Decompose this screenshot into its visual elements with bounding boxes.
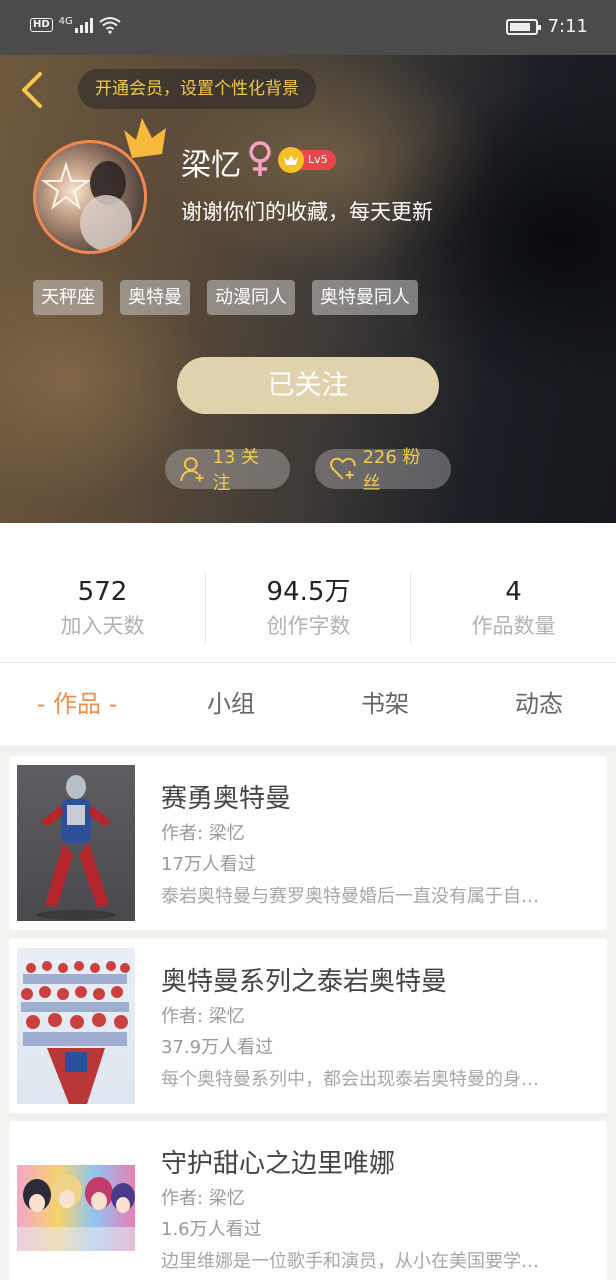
work-description: 边里维娜是一位歌手和演员，从小在美国要学…	[161, 1251, 539, 1272]
stat-work-count: 4 作品数量	[411, 573, 616, 641]
wifi-icon	[99, 17, 121, 34]
work-description: 每个奥特曼系列中，都会出现泰岩奥特曼的身…	[161, 1069, 539, 1090]
work-cover	[17, 765, 135, 921]
work-card[interactable]: 赛勇奥特曼 作者: 梁忆 17万人看过 泰岩奥特曼与赛罗奥特曼婚后一直没有属于自…	[9, 756, 607, 930]
clock: 7:11	[547, 16, 588, 37]
chevron-left-icon	[22, 72, 42, 108]
tab-works[interactable]: - 作品 -	[0, 663, 154, 745]
tag-item[interactable]: 天秤座	[33, 280, 103, 315]
stat-value: 4	[505, 577, 522, 607]
profile-tabs: - 作品 - 小组 书架 动态	[0, 663, 616, 745]
work-title: 奥特曼系列之泰岩奥特曼	[161, 967, 448, 997]
tab-groups[interactable]: 小组	[154, 663, 308, 745]
status-bar: HD 4G 7:11	[0, 0, 616, 55]
work-views: 17万人看过	[161, 854, 256, 875]
fans-button[interactable]: 226 粉丝	[315, 447, 451, 494]
work-author: 作者: 梁忆	[161, 823, 245, 844]
stat-label: 作品数量	[471, 614, 556, 638]
work-author: 作者: 梁忆	[161, 1188, 245, 1209]
work-title: 守护甜心之边里唯娜	[161, 1149, 396, 1179]
user-signature: 谢谢你们的收藏，每天更新	[181, 200, 433, 224]
tag-item[interactable]: 奥特曼同人	[312, 280, 418, 315]
battery-icon	[505, 18, 541, 35]
work-cover	[17, 1165, 135, 1251]
stat-join-days: 572 加入天数	[0, 573, 205, 641]
work-author: 作者: 梁忆	[161, 1006, 245, 1027]
user-add-icon	[180, 457, 204, 482]
back-button[interactable]	[14, 66, 54, 114]
work-views: 1.6万人看过	[161, 1219, 262, 1240]
network-type: 4G	[58, 15, 73, 27]
username: 梁忆	[181, 148, 241, 183]
work-views: 37.9万人看过	[161, 1037, 274, 1058]
hd-indicator: HD	[30, 18, 53, 32]
fans-count: 226 粉丝	[362, 447, 421, 494]
stat-value: 94.5万	[266, 577, 351, 607]
following-count: 13 关注	[212, 447, 260, 494]
heart-add-icon	[329, 457, 356, 480]
stat-word-count: 94.5万 创作字数	[206, 573, 411, 641]
vip-background-prompt[interactable]: 开通会员，设置个性化背景	[78, 69, 316, 109]
work-card[interactable]: 奥特曼系列之泰岩奥特曼 作者: 梁忆 37.9万人看过 每个奥特曼系列中，都会出…	[9, 939, 607, 1113]
stat-label: 加入天数	[60, 614, 145, 638]
level-badge: Lv5	[278, 147, 336, 173]
profile-stats: 572 加入天数 94.5万 创作字数 4 作品数量	[0, 523, 616, 663]
work-card[interactable]: 守护甜心之边里唯娜 作者: 梁忆 1.6万人看过 边里维娜是一位歌手和演员，从小…	[9, 1121, 607, 1280]
crown-icon	[124, 118, 166, 158]
profile-header: HD 4G 7:11 开通会员，设置个性化背景 梁忆 Lv5 谢谢你们的收藏，每…	[0, 0, 616, 523]
stat-value: 572	[77, 577, 128, 607]
level-crown-icon	[278, 147, 304, 173]
tag-item[interactable]: 奥特曼	[120, 280, 190, 315]
female-icon	[246, 140, 274, 178]
work-cover	[17, 948, 135, 1104]
follow-button[interactable]: 已关注	[177, 357, 439, 414]
tab-activity[interactable]: 动态	[462, 663, 616, 745]
signal-icon	[74, 17, 93, 33]
work-title: 赛勇奥特曼	[161, 784, 292, 814]
work-description: 泰岩奥特曼与赛罗奥特曼婚后一直没有属于自…	[161, 886, 539, 907]
tab-bookshelf[interactable]: 书架	[308, 663, 462, 745]
tag-list: 天秤座 奥特曼 动漫同人 奥特曼同人	[33, 280, 418, 315]
stat-label: 创作字数	[266, 614, 351, 638]
tag-item[interactable]: 动漫同人	[207, 280, 295, 315]
following-button[interactable]: 13 关注	[165, 447, 290, 494]
